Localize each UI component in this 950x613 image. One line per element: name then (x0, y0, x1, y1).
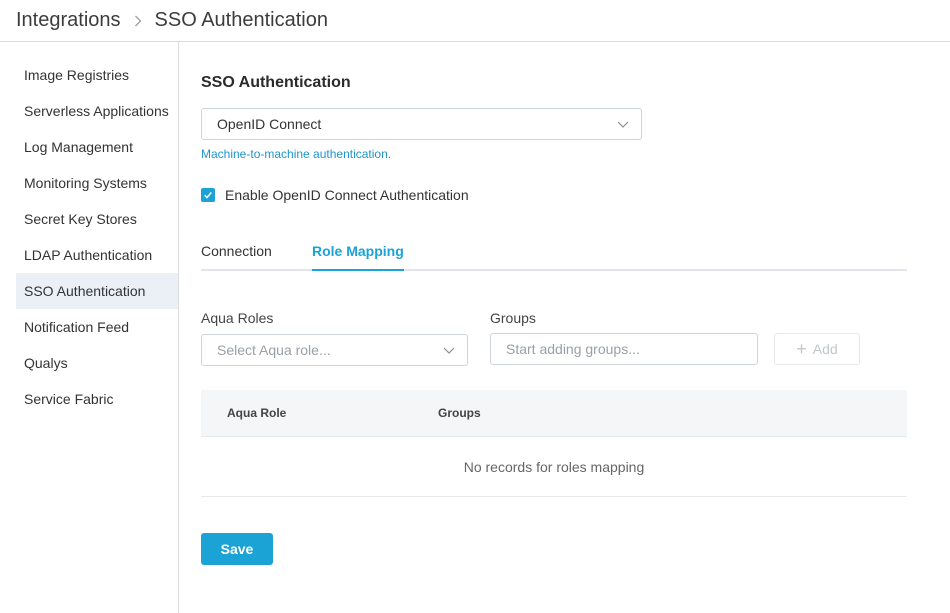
breadcrumb-sso-authentication: SSO Authentication (154, 9, 328, 31)
tab-role-mapping[interactable]: Role Mapping (312, 240, 404, 271)
sidebar-item-secret-key-stores[interactable]: Secret Key Stores (16, 201, 178, 237)
groups-label: Groups (490, 310, 536, 326)
enable-oidc-label[interactable]: Enable OpenID Connect Authentication (225, 187, 469, 203)
breadcrumb: Integrations SSO Authentication (0, 0, 950, 42)
sidebar-item-service-fabric[interactable]: Service Fabric (16, 381, 178, 417)
tab-bar: Connection Role Mapping (201, 240, 907, 271)
sidebar-item-sso-authentication[interactable]: SSO Authentication (16, 273, 178, 309)
tab-connection[interactable]: Connection (201, 240, 272, 271)
roles-table-header: Aqua Role Groups (201, 390, 907, 437)
aqua-role-select[interactable]: Select Aqua role... (201, 334, 468, 366)
sidebar-item-log-management[interactable]: Log Management (16, 129, 178, 165)
sidebar-item-notification-feed[interactable]: Notification Feed (16, 309, 178, 345)
chevron-down-icon (443, 347, 455, 354)
provider-hint: Machine-to-machine authentication. (201, 147, 392, 161)
plus-icon: + (796, 339, 807, 359)
chevron-down-icon (617, 121, 629, 128)
sidebar-item-qualys[interactable]: Qualys (16, 345, 178, 381)
add-mapping-button[interactable]: + Add (774, 333, 860, 365)
aqua-role-placeholder: Select Aqua role... (217, 342, 331, 358)
sidebar-item-serverless-applications[interactable]: Serverless Applications (16, 93, 178, 129)
add-mapping-label: Add (812, 341, 838, 357)
section-title: SSO Authentication (201, 74, 351, 91)
column-header-aqua-role: Aqua Role (227, 406, 287, 420)
sidebar-item-image-registries[interactable]: Image Registries (16, 57, 178, 93)
checkmark-icon (204, 192, 212, 199)
save-button[interactable]: Save (201, 533, 273, 565)
sidebar-item-ldap-authentication[interactable]: LDAP Authentication (16, 237, 178, 273)
roles-table-empty-message: No records for roles mapping (201, 437, 907, 497)
sidebar-item-monitoring-systems[interactable]: Monitoring Systems (16, 165, 178, 201)
sidebar: Image Registries Serverless Applications… (0, 42, 179, 613)
chevron-right-icon (129, 11, 147, 31)
enable-oidc-row: Enable OpenID Connect Authentication (201, 187, 469, 203)
breadcrumb-integrations[interactable]: Integrations (16, 9, 121, 32)
groups-input[interactable] (490, 333, 758, 365)
enable-oidc-checkbox[interactable] (201, 188, 215, 202)
column-header-groups: Groups (438, 406, 481, 420)
provider-select-value: OpenID Connect (217, 116, 322, 132)
aqua-roles-label: Aqua Roles (201, 310, 274, 326)
provider-select[interactable]: OpenID Connect (201, 108, 642, 140)
